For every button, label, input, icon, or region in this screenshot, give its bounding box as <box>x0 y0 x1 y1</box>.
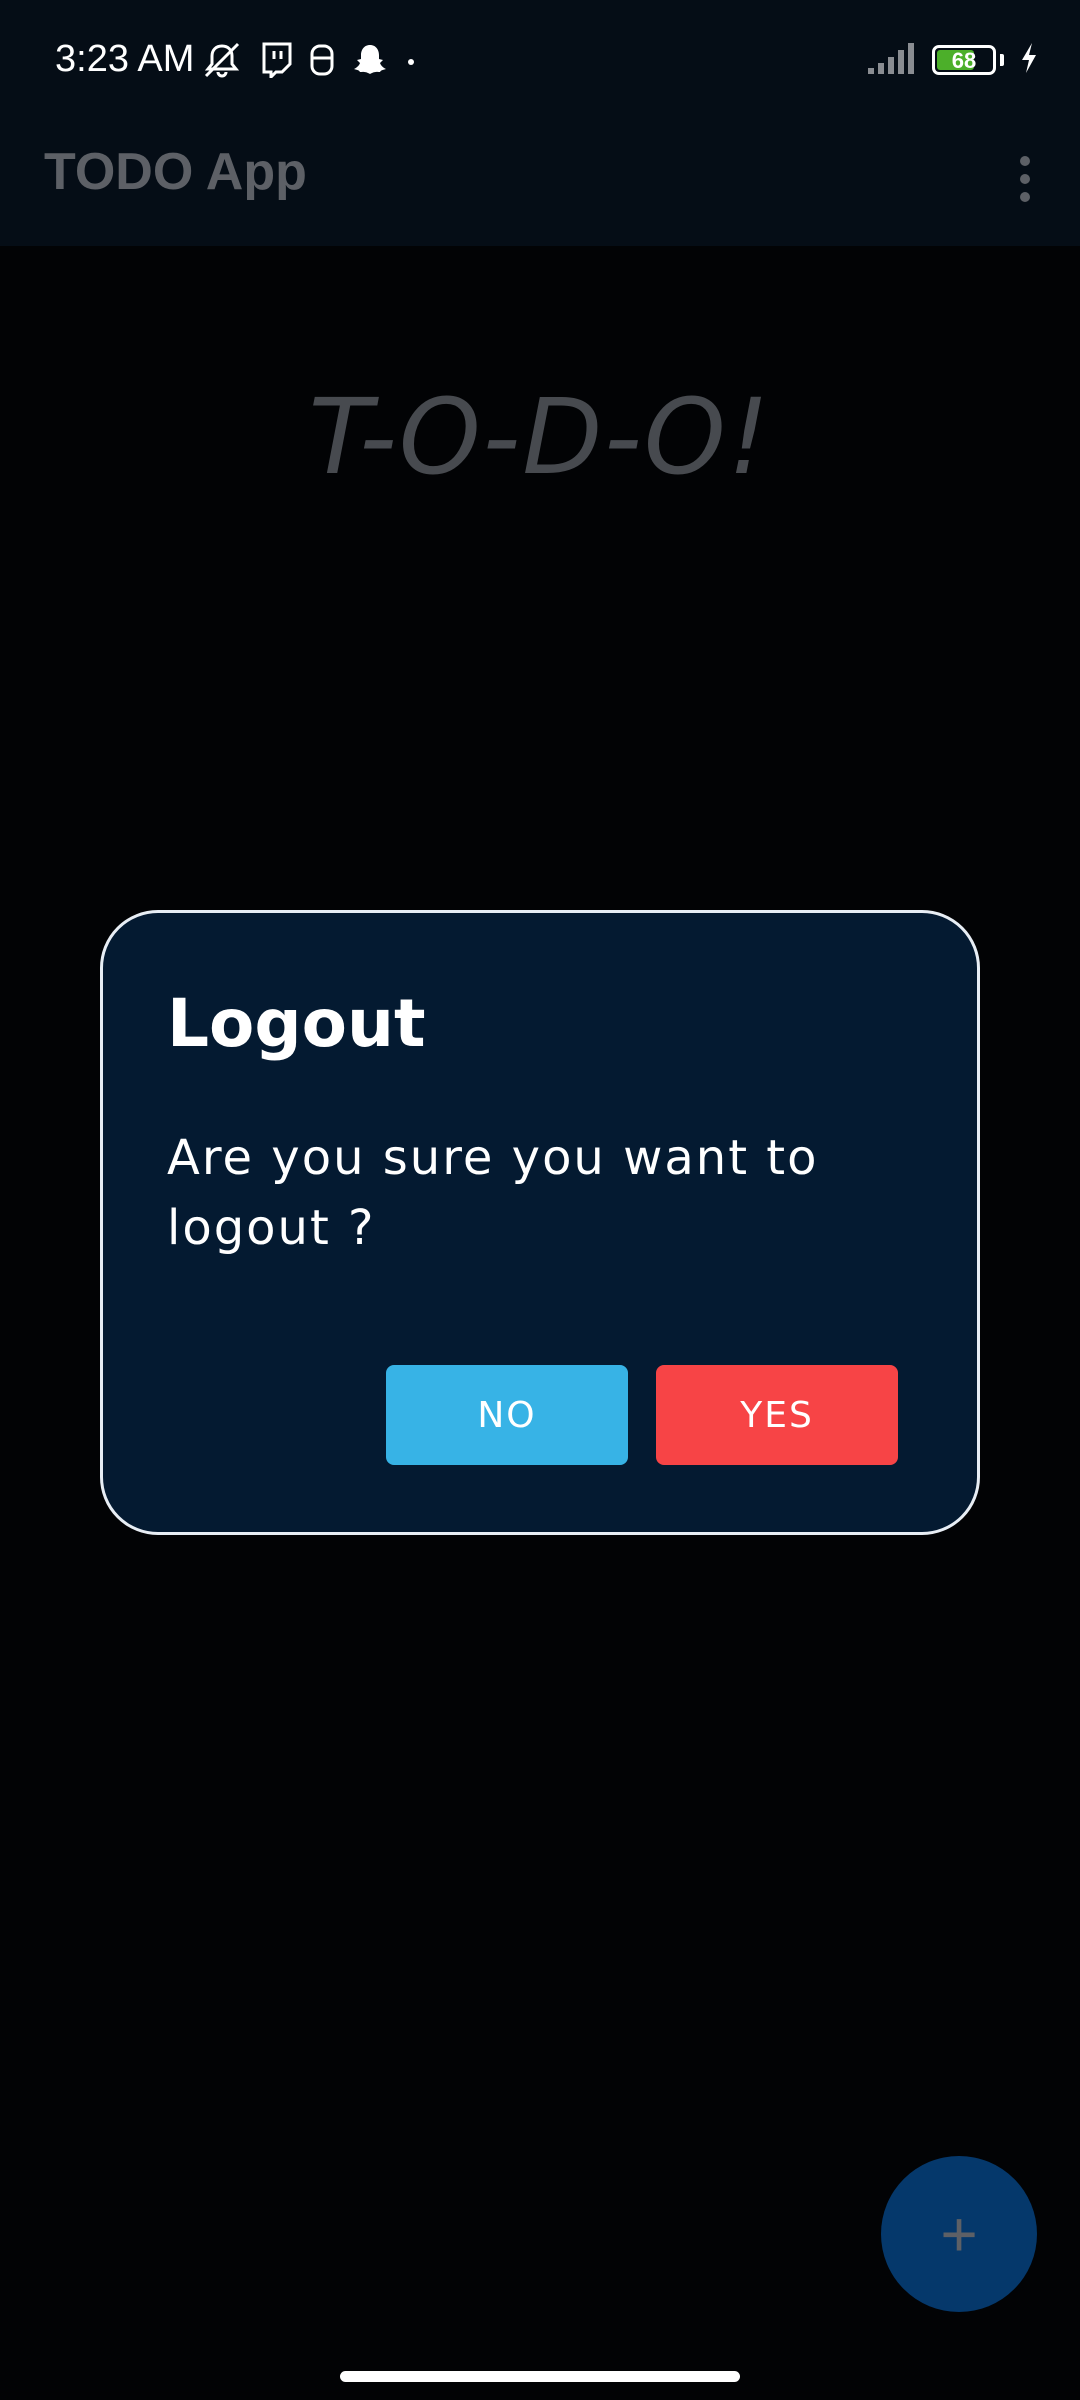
status-time: 3:23 AM <box>55 38 195 80</box>
add-todo-button[interactable]: + <box>881 2156 1037 2312</box>
more-vert-icon[interactable] <box>990 144 1060 214</box>
battery-level: 68 <box>951 48 977 73</box>
dialog-message: Are you sure you want to logout ? <box>167 1130 819 1256</box>
menu-dot <box>1020 174 1030 184</box>
bell-off-icon <box>200 40 244 80</box>
home-indicator[interactable] <box>340 2371 740 2382</box>
status-bar: 3:23 AM 68 <box>0 0 1080 120</box>
todo-logo-text: T-O-D-O! <box>308 376 772 498</box>
system-icons: 68 <box>866 40 1040 80</box>
sim-tool-icon <box>308 42 336 78</box>
snapchat-icon <box>352 42 388 78</box>
yes-button[interactable]: YES <box>656 1365 898 1465</box>
battery-icon: 68 <box>932 45 996 75</box>
twitch-icon <box>260 42 292 78</box>
logout-dialog: Logout Are you sure you want to logout ?… <box>100 910 980 1535</box>
screen: 3:23 AM 68 TODO App T-O-D-O! + Logout Ar… <box>0 0 1080 2400</box>
dot-icon <box>404 42 418 78</box>
battery-tip <box>1000 54 1004 66</box>
plus-icon: + <box>940 2198 978 2270</box>
app-title: TODO App <box>44 143 307 201</box>
signal-icon <box>866 40 918 81</box>
dialog-title: Logout <box>167 985 426 1062</box>
no-button[interactable]: NO <box>386 1365 628 1465</box>
notification-icons <box>200 40 418 80</box>
charging-icon <box>1018 41 1040 80</box>
menu-dot <box>1020 156 1030 166</box>
menu-dot <box>1020 192 1030 202</box>
app-bar: TODO App <box>0 120 1080 246</box>
